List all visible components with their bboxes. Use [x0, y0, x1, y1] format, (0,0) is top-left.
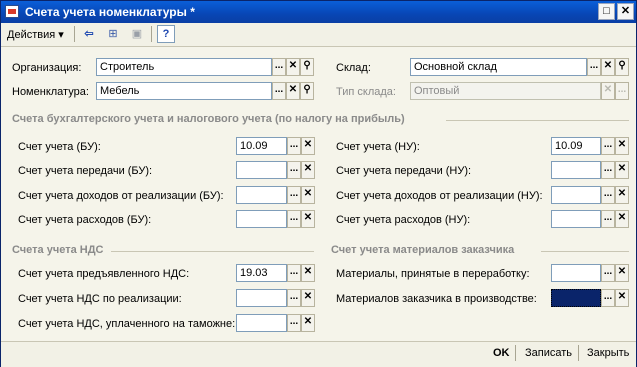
accounting-section-title: Счета бухгалтерского учета и налогового … [12, 113, 405, 125]
account-bu-1-select-button[interactable]: ... [287, 161, 301, 179]
account-nu-0-select-button[interactable]: ... [601, 137, 615, 155]
button-separator [515, 345, 516, 361]
customer-account-1-clear-button[interactable]: ✕ [615, 289, 629, 307]
account-nu-0-label: Счет учета (НУ): [336, 141, 420, 153]
vat-account-0-label: Счет учета предъявленного НДС: [18, 268, 190, 280]
account-bu-2-label: Счет учета доходов от реализации (БУ): [18, 190, 224, 202]
account-nu-3-select-button[interactable]: ... [601, 210, 615, 228]
customer-account-0-label: Материалы, принятые в переработку: [336, 268, 530, 280]
copy-form-icon[interactable]: ▣ [128, 25, 146, 43]
account-nu-1-field[interactable] [551, 161, 601, 179]
vat-account-1-label: Счет учета НДС по реализации: [18, 293, 182, 305]
account-bu-0-clear-button[interactable]: ✕ [301, 137, 315, 155]
title-bar[interactable]: Счета учета номенклатуры * □ ✕ [1, 1, 636, 23]
customer-account-1-label: Материалов заказчика в производстве: [336, 293, 537, 305]
customer-account-1-field[interactable] [551, 289, 601, 307]
section-divider [541, 251, 629, 252]
organization-select-button[interactable]: ... [272, 58, 286, 76]
account-nu-3-clear-button[interactable]: ✕ [615, 210, 629, 228]
close-window-button[interactable]: ✕ [617, 3, 634, 20]
warehouse-type-clear-button: ✕ [601, 82, 615, 100]
vat-account-0-select-button[interactable]: ... [287, 264, 301, 282]
window-title: Счета учета номенклатуры * [25, 5, 195, 19]
warehouse-field[interactable]: Основной склад [410, 58, 587, 76]
customer-materials-section-title: Счет учета материалов заказчика [331, 244, 515, 256]
maximize-button[interactable]: □ [598, 3, 615, 20]
warehouse-label: Склад: [336, 62, 371, 74]
vat-account-1-clear-button[interactable]: ✕ [301, 289, 315, 307]
account-bu-1-clear-button[interactable]: ✕ [301, 161, 315, 179]
section-divider [446, 120, 629, 121]
account-bu-2-clear-button[interactable]: ✕ [301, 186, 315, 204]
account-bu-2-select-button[interactable]: ... [287, 186, 301, 204]
nomenclature-select-button[interactable]: ... [272, 82, 286, 100]
toolbar: Действия ▾ ⇦ ⊞ ▣ ? [1, 23, 636, 47]
warehouse-select-button[interactable]: ... [587, 58, 601, 76]
account-bu-1-label: Счет учета передачи (БУ): [18, 165, 153, 177]
organization-clear-button[interactable]: ✕ [286, 58, 300, 76]
account-nu-2-label: Счет учета доходов от реализации (НУ): [336, 190, 543, 202]
vat-account-0-field[interactable]: 19.03 [236, 264, 287, 282]
account-nu-0-field[interactable]: 10.09 [551, 137, 601, 155]
close-button[interactable]: Закрыть [585, 346, 631, 360]
account-nu-3-label: Счет учета расходов (НУ): [336, 214, 471, 226]
vat-account-2-label: Счет учета НДС, уплаченного на таможне: [18, 318, 236, 330]
ok-button[interactable]: OK [491, 346, 512, 360]
account-bu-3-select-button[interactable]: ... [287, 210, 301, 228]
toolbar-separator [151, 26, 152, 42]
account-bu-0-field[interactable]: 10.09 [236, 137, 287, 155]
struct-icon[interactable]: ⊞ [104, 25, 122, 43]
customer-account-1-select-button[interactable]: ... [601, 289, 615, 307]
nomenclature-clear-button[interactable]: ✕ [286, 82, 300, 100]
form-window: Счета учета номенклатуры * □ ✕ Действия … [0, 0, 637, 367]
vat-account-0-clear-button[interactable]: ✕ [301, 264, 315, 282]
nomenclature-field[interactable]: Мебель [96, 82, 272, 100]
account-bu-0-label: Счет учета (БУ): [18, 141, 101, 153]
organization-search-icon[interactable]: ⚲ [300, 58, 314, 76]
account-nu-2-select-button[interactable]: ... [601, 186, 615, 204]
vat-account-1-field[interactable] [236, 289, 287, 307]
help-icon[interactable]: ? [157, 25, 175, 43]
actions-menu[interactable]: Действия ▾ [7, 28, 64, 41]
account-bu-3-label: Счет учета расходов (БУ): [18, 214, 152, 226]
toolbar-separator [74, 26, 75, 42]
account-bu-3-field[interactable] [236, 210, 287, 228]
warehouse-search-icon[interactable]: ⚲ [615, 58, 629, 76]
account-nu-3-field[interactable] [551, 210, 601, 228]
warehouse-clear-button[interactable]: ✕ [601, 58, 615, 76]
vat-section-title: Счета учета НДС [12, 244, 104, 256]
account-nu-1-select-button[interactable]: ... [601, 161, 615, 179]
back-arrow-icon[interactable]: ⇦ [80, 25, 98, 43]
account-nu-2-field[interactable] [551, 186, 601, 204]
customer-account-0-clear-button[interactable]: ✕ [615, 264, 629, 282]
account-bu-1-field[interactable] [236, 161, 287, 179]
vat-account-2-clear-button[interactable]: ✕ [301, 314, 315, 332]
account-bu-0-select-button[interactable]: ... [287, 137, 301, 155]
button-bar: OK Записать Закрыть [1, 341, 636, 367]
account-nu-0-clear-button[interactable]: ✕ [615, 137, 629, 155]
vat-account-2-select-button[interactable]: ... [287, 314, 301, 332]
nomenclature-search-icon[interactable]: ⚲ [300, 82, 314, 100]
button-separator [578, 345, 579, 361]
organization-field[interactable]: Строитель [96, 58, 272, 76]
vat-account-1-select-button[interactable]: ... [287, 289, 301, 307]
nomenclature-label: Номенклатура: [12, 86, 89, 98]
save-button[interactable]: Записать [523, 346, 574, 360]
warehouse-type-select-button: ... [615, 82, 629, 100]
vat-account-2-field[interactable] [236, 314, 287, 332]
customer-account-0-select-button[interactable]: ... [601, 264, 615, 282]
customer-account-0-field[interactable] [551, 264, 601, 282]
warehouse-type-label: Тип склада: [336, 86, 396, 98]
organization-label: Организация: [12, 62, 82, 74]
account-nu-2-clear-button[interactable]: ✕ [615, 186, 629, 204]
account-bu-3-clear-button[interactable]: ✕ [301, 210, 315, 228]
account-nu-1-label: Счет учета передачи (НУ): [336, 165, 472, 177]
warehouse-type-field: Оптовый [410, 82, 601, 100]
account-bu-2-field[interactable] [236, 186, 287, 204]
form-icon [5, 5, 19, 18]
account-nu-1-clear-button[interactable]: ✕ [615, 161, 629, 179]
section-divider [111, 251, 314, 252]
